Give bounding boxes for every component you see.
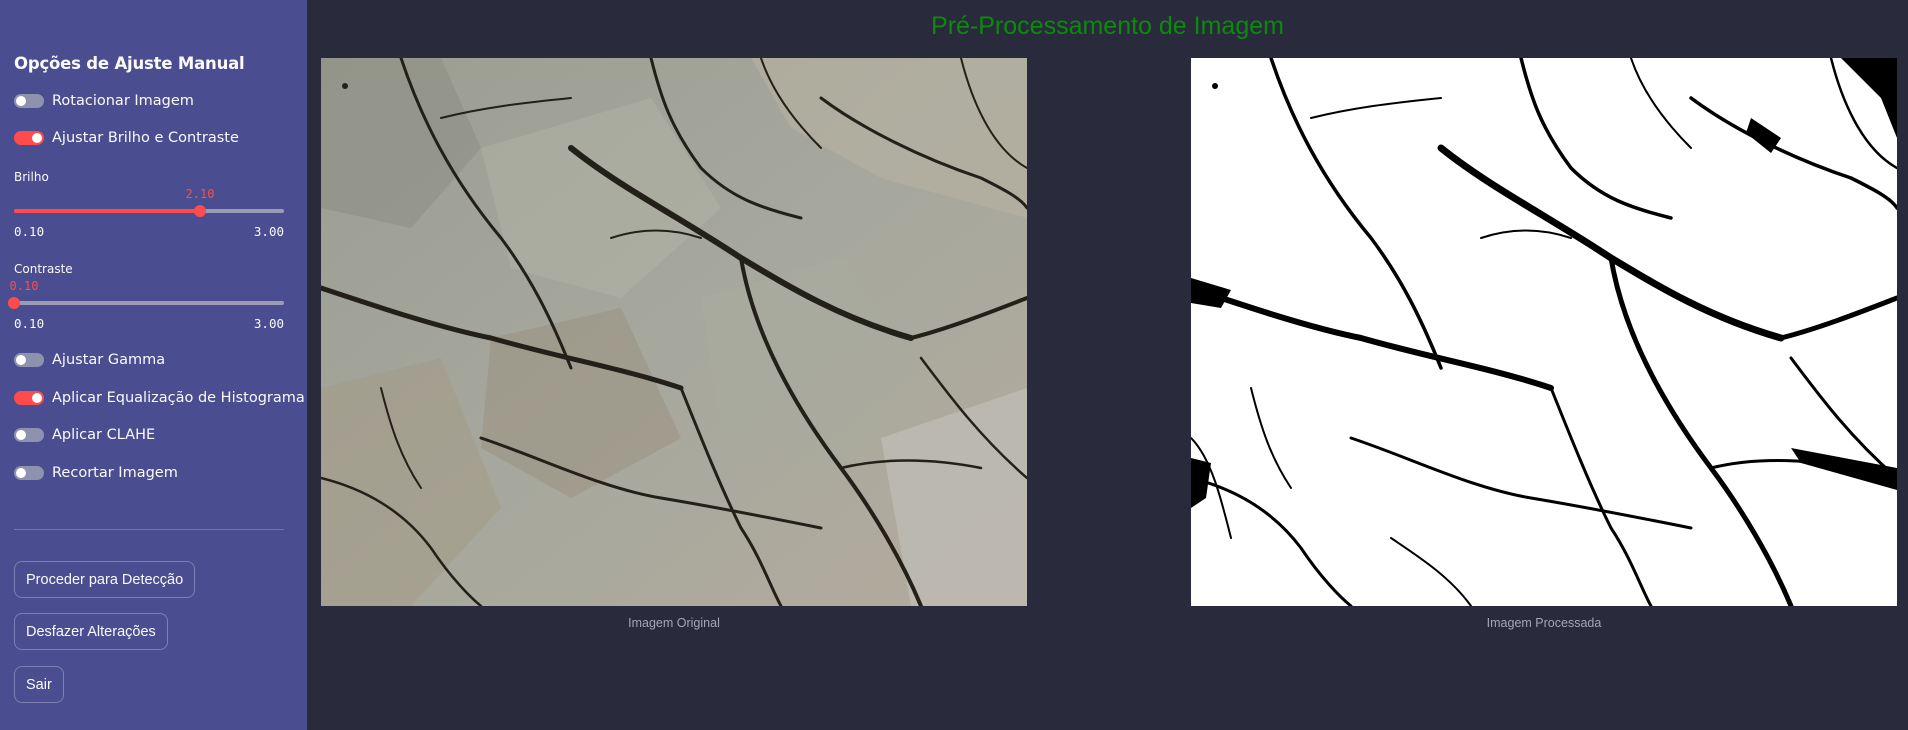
toggle-brightness-contrast[interactable]: Ajustar Brilho e Contraste xyxy=(14,127,239,149)
clahe-switch[interactable] xyxy=(14,428,44,442)
toggle-clahe[interactable]: Aplicar CLAHE xyxy=(14,424,155,446)
processed-image xyxy=(1191,58,1897,606)
contrast-slider[interactable] xyxy=(8,297,284,309)
brightness-slider-thumb[interactable] xyxy=(194,205,206,217)
toggle-brightness-contrast-label: Ajustar Brilho e Contraste xyxy=(52,130,239,146)
processed-image-caption: Imagem Processada xyxy=(1486,616,1602,630)
brightness-slider-label: Brilho xyxy=(14,170,49,184)
original-image xyxy=(321,58,1027,606)
brightness-slider-max: 3.00 xyxy=(253,224,284,239)
contrast-slider-min: 0.10 xyxy=(14,316,45,331)
contrast-slider-thumb[interactable] xyxy=(8,297,20,309)
sidebar: Opções de Ajuste Manual Rotacionar Image… xyxy=(0,0,307,730)
exit-button[interactable]: Sair xyxy=(14,666,64,703)
toggle-crop[interactable]: Recortar Imagem xyxy=(14,462,178,484)
rotate-switch[interactable] xyxy=(14,94,44,108)
brightness-slider[interactable] xyxy=(14,205,284,217)
gamma-switch[interactable] xyxy=(14,353,44,367)
proceed-detection-button[interactable]: Proceder para Detecção xyxy=(14,561,196,598)
contrast-slider-label: Contraste xyxy=(14,262,73,276)
brightness-slider-value: 2.10 xyxy=(185,187,215,201)
page-title: Pré-Processamento de Imagem xyxy=(931,12,1284,40)
toggle-crop-label: Recortar Imagem xyxy=(52,465,178,481)
brightness-contrast-switch[interactable] xyxy=(14,131,44,145)
toggle-gamma-label: Ajustar Gamma xyxy=(52,352,166,368)
sidebar-title: Opções de Ajuste Manual xyxy=(14,54,245,73)
hist-eq-switch[interactable] xyxy=(14,391,44,405)
undo-changes-button[interactable]: Desfazer Alterações xyxy=(14,613,168,650)
toggle-rotate[interactable]: Rotacionar Imagem xyxy=(14,90,194,112)
toggle-clahe-label: Aplicar CLAHE xyxy=(52,427,156,443)
brightness-slider-fill xyxy=(14,209,200,213)
sidebar-divider xyxy=(14,529,284,530)
contrast-slider-max: 3.00 xyxy=(253,316,284,331)
crop-switch[interactable] xyxy=(14,466,44,480)
brightness-slider-min: 0.10 xyxy=(14,224,45,239)
toggle-rotate-label: Rotacionar Imagem xyxy=(52,93,194,109)
toggle-hist-eq[interactable]: Aplicar Equalização de Histograma xyxy=(14,387,305,409)
original-image-caption: Imagem Original xyxy=(628,616,720,630)
toggle-gamma[interactable]: Ajustar Gamma xyxy=(14,349,165,371)
toggle-hist-eq-label: Aplicar Equalização de Histograma xyxy=(52,390,305,406)
contrast-slider-value: 0.10 xyxy=(9,279,39,293)
